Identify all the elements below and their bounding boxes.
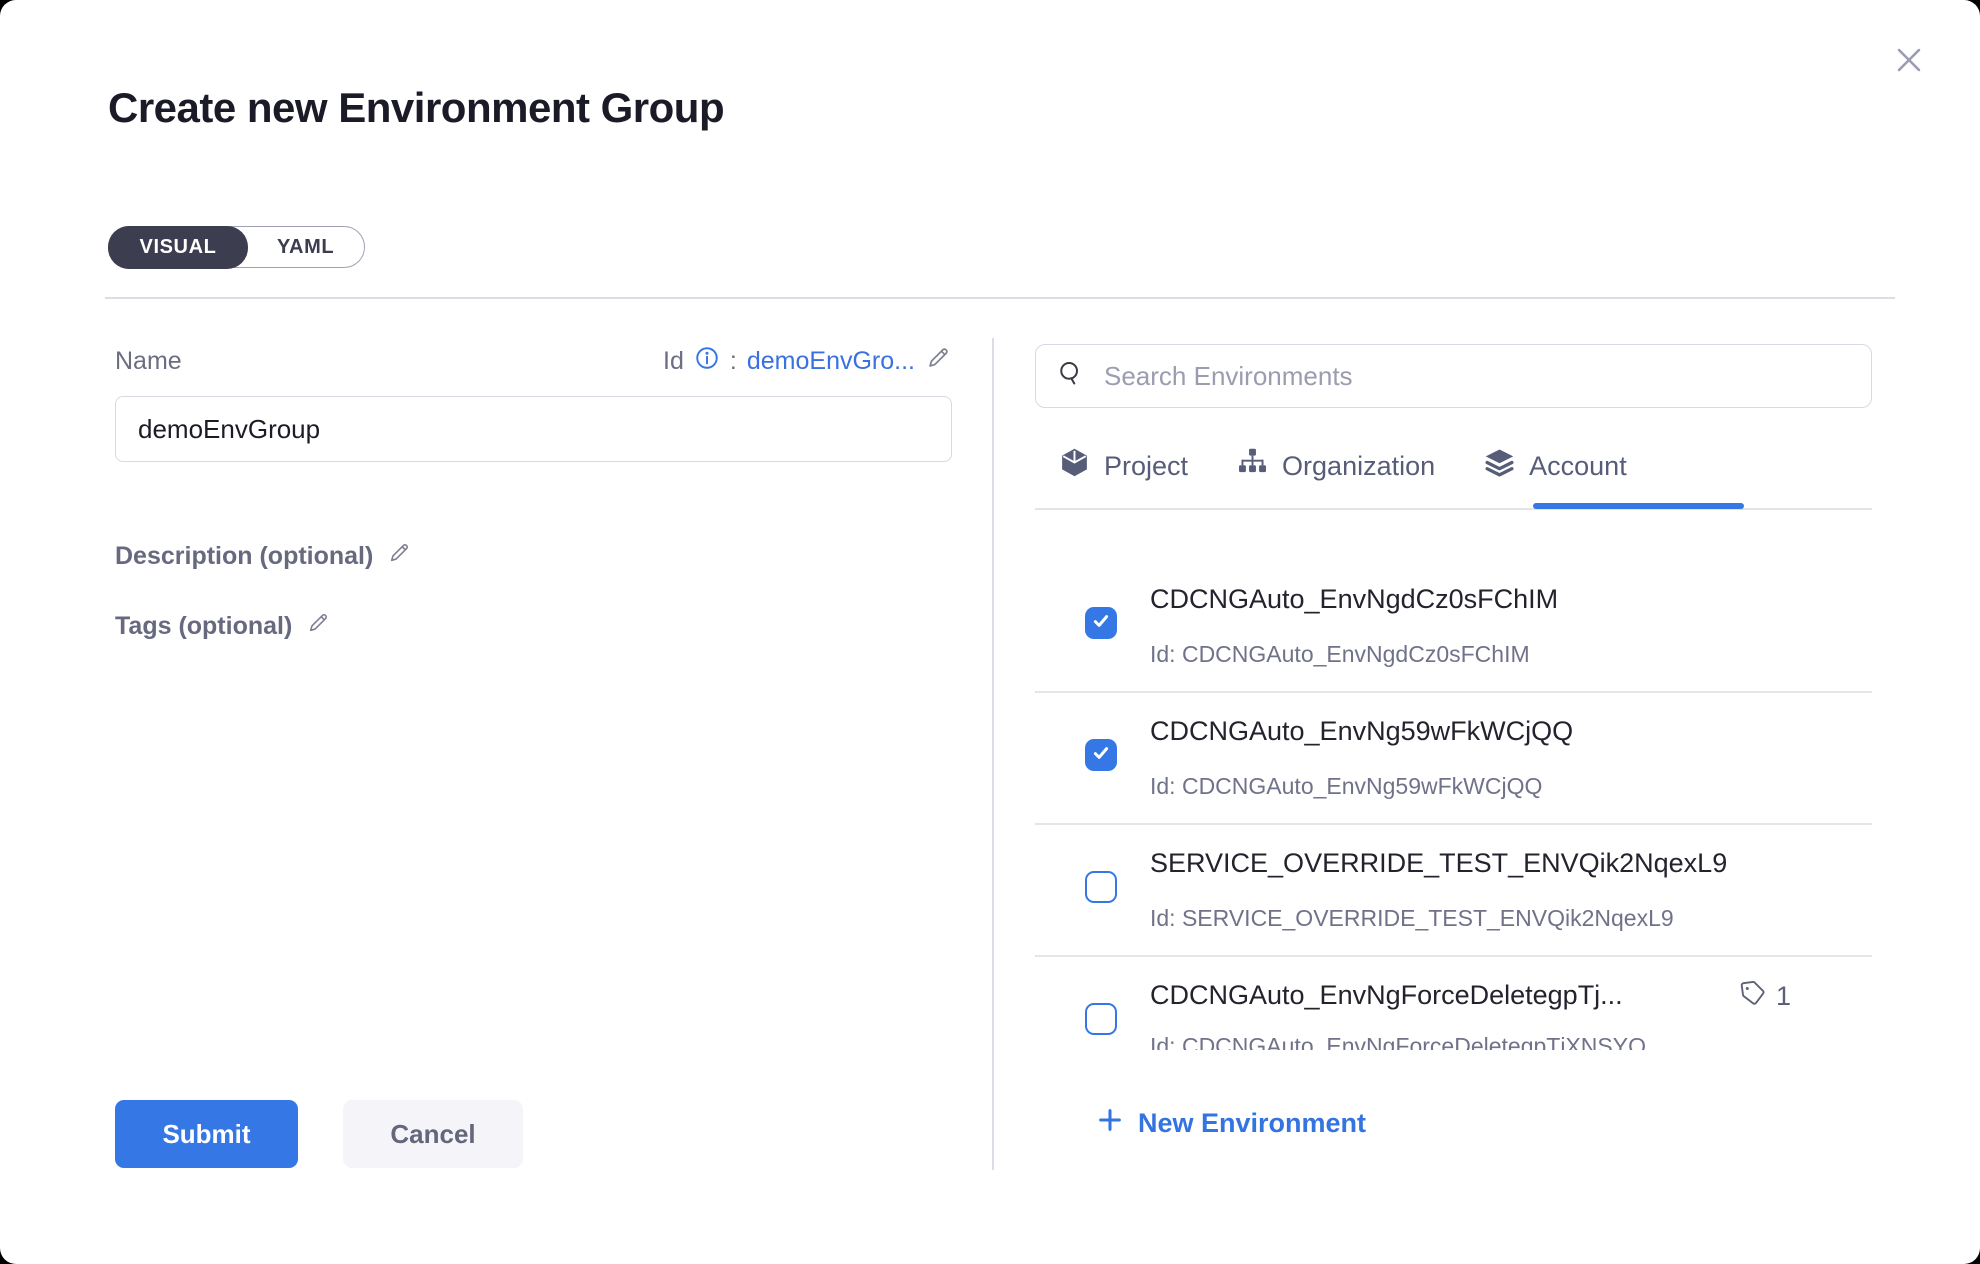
env-id-clipped: Id: CDCNGAuto_EnvNgForceDeletegpTjXNSYQ: [1150, 1033, 1850, 1050]
env-id: Id: CDCNGAuto_EnvNgForceDeletegpTjXNSYQ: [1150, 1033, 1646, 1050]
id-separator: :: [730, 347, 737, 376]
env-checkbox-3[interactable]: [1085, 871, 1117, 903]
description-section: Description (optional): [115, 540, 412, 572]
env-name[interactable]: CDCNGAuto_EnvNgForceDeletegpTj...: [1150, 980, 1623, 1011]
tags-label: Tags (optional): [115, 612, 292, 641]
close-button[interactable]: [1885, 38, 1933, 86]
env-tag-badge: 1: [1738, 978, 1791, 1015]
env-checkbox-1[interactable]: [1085, 607, 1117, 639]
search-icon: [1056, 359, 1086, 394]
description-label: Description (optional): [115, 542, 373, 571]
env-id: Id: SERVICE_OVERRIDE_TEST_ENVQik2NqexL9: [1150, 905, 1674, 932]
tab-organization[interactable]: Organization: [1236, 446, 1435, 486]
env-name[interactable]: SERVICE_OVERRIDE_TEST_ENVQik2NqexL9: [1150, 848, 1727, 879]
identifier-row: Id : demoEnvGro...: [663, 344, 952, 378]
search-environments-input[interactable]: [1102, 360, 1851, 393]
cube-icon: [1058, 446, 1091, 486]
tag-icon: [1738, 978, 1768, 1015]
list-divider: [1035, 823, 1872, 825]
env-tag-count: 1: [1776, 981, 1791, 1012]
tab-visual[interactable]: VISUAL: [108, 226, 249, 269]
page-title: Create new Environment Group: [108, 84, 724, 132]
submit-button[interactable]: Submit: [115, 1100, 298, 1168]
new-environment-label: New Environment: [1138, 1108, 1366, 1139]
close-icon: [1892, 43, 1926, 82]
name-id-row: Name Id : demoEnvGro...: [115, 344, 952, 378]
tab-project-label: Project: [1104, 451, 1188, 482]
layers-icon: [1483, 446, 1516, 486]
env-name[interactable]: CDCNGAuto_EnvNgdCz0sFChIM: [1150, 584, 1558, 615]
tab-account-label: Account: [1529, 451, 1627, 482]
create-environment-group-modal: Create new Environment Group VISUAL YAML…: [0, 0, 1980, 1264]
org-chart-icon: [1236, 446, 1269, 486]
panel-divider: [992, 338, 994, 1170]
tab-account[interactable]: Account: [1483, 446, 1627, 486]
cancel-button[interactable]: Cancel: [343, 1100, 523, 1168]
env-name[interactable]: CDCNGAuto_EnvNg59wFkWCjQQ: [1150, 716, 1573, 747]
edit-id-pencil-icon[interactable]: [925, 344, 952, 378]
list-divider: [1035, 691, 1872, 693]
tab-project[interactable]: Project: [1058, 446, 1188, 486]
edit-description-pencil-icon[interactable]: [387, 540, 412, 572]
active-tab-indicator: [1533, 503, 1744, 509]
info-icon[interactable]: [694, 345, 720, 378]
tab-yaml[interactable]: YAML: [247, 227, 364, 267]
list-divider: [1035, 955, 1872, 957]
env-id: Id: CDCNGAuto_EnvNgdCz0sFChIM: [1150, 641, 1530, 668]
env-checkbox-2[interactable]: [1085, 739, 1117, 771]
header-divider: [105, 297, 1895, 299]
id-label: Id: [663, 347, 684, 376]
search-environments-box: [1035, 344, 1872, 408]
new-environment-button[interactable]: New Environment: [1096, 1106, 1366, 1141]
checkbox-check-icon: [1091, 743, 1111, 768]
plus-icon: [1096, 1106, 1124, 1141]
id-value-link[interactable]: demoEnvGro...: [747, 347, 915, 376]
visual-yaml-toggle: VISUAL YAML: [108, 226, 365, 268]
name-label: Name: [115, 347, 182, 376]
edit-tags-pencil-icon[interactable]: [306, 610, 331, 642]
scope-tabs: Project Organization Account: [1058, 446, 1627, 486]
tab-organization-label: Organization: [1282, 451, 1435, 482]
env-checkbox-4[interactable]: [1085, 1003, 1117, 1035]
tabs-divider: [1035, 508, 1872, 510]
tags-section: Tags (optional): [115, 610, 331, 642]
checkbox-check-icon: [1091, 611, 1111, 636]
name-input[interactable]: [115, 396, 952, 462]
env-id: Id: CDCNGAuto_EnvNg59wFkWCjQQ: [1150, 773, 1542, 800]
